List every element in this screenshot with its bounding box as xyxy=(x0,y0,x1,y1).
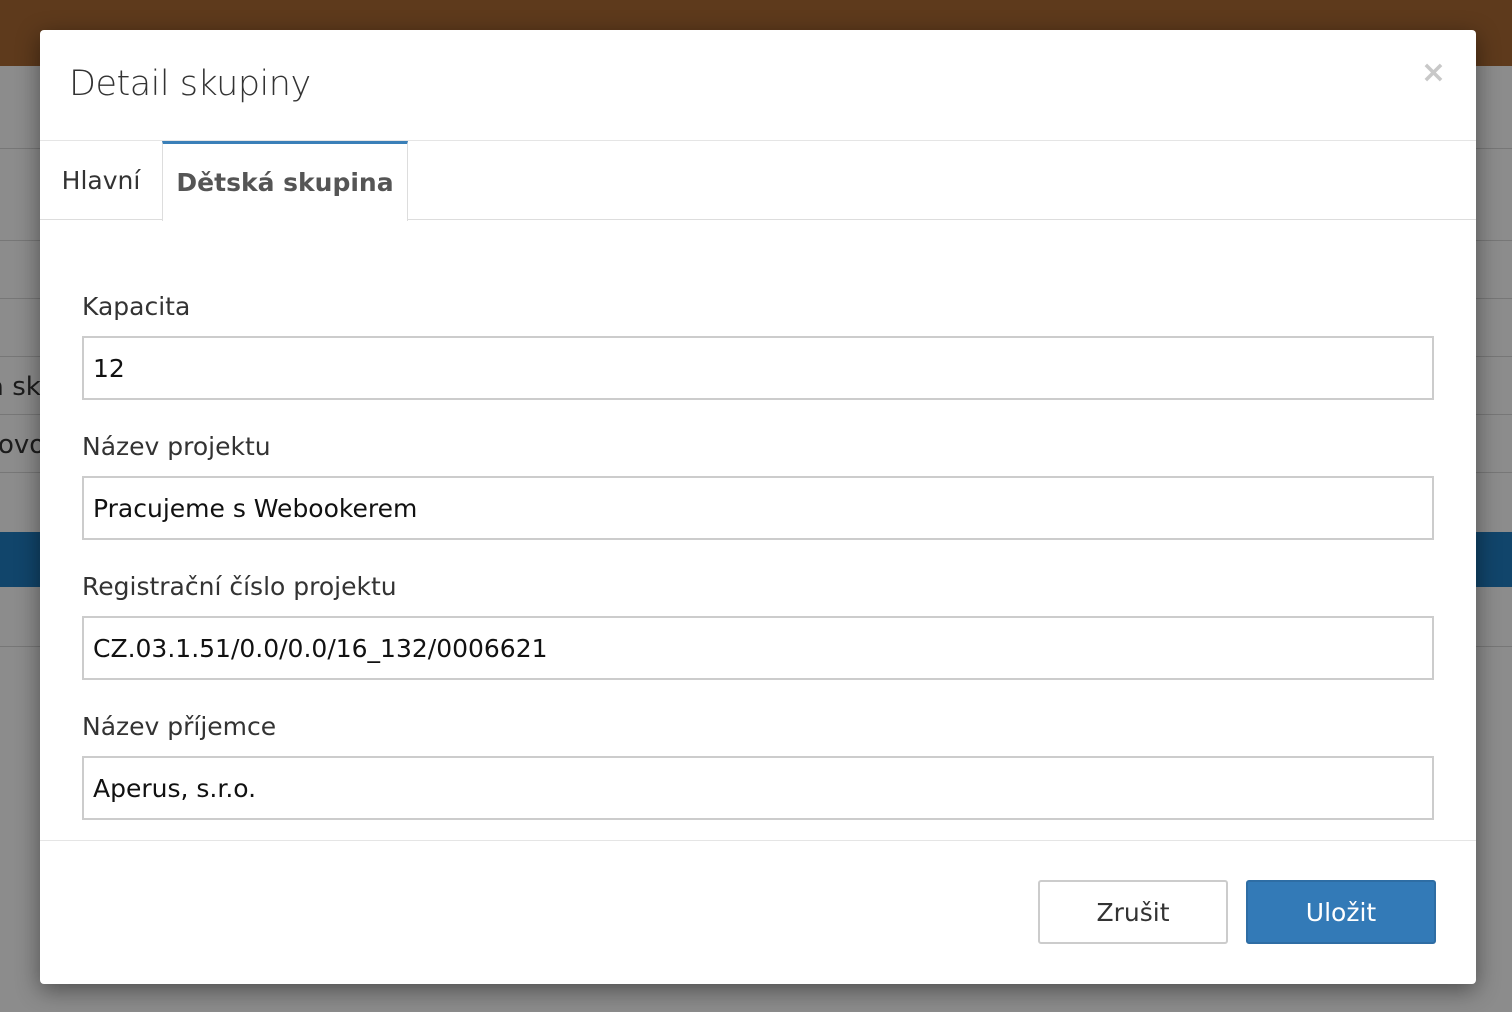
save-button[interactable]: Uložit xyxy=(1246,880,1436,944)
close-icon[interactable]: × xyxy=(1421,58,1446,88)
recipient-name-label: Název příjemce xyxy=(82,712,277,741)
modal-footer: Zrušit Uložit xyxy=(40,840,1476,984)
tab-main[interactable]: Hlavní xyxy=(40,141,162,220)
project-name-label: Název projektu xyxy=(82,432,271,461)
modal-title: Detail skupiny xyxy=(69,64,311,104)
group-detail-modal: Detail skupiny × Hlavní Dětská skupina K… xyxy=(40,30,1476,984)
project-registration-input[interactable] xyxy=(82,616,1434,680)
project-name-input[interactable] xyxy=(82,476,1434,540)
project-registration-label: Registrační číslo projektu xyxy=(82,572,397,601)
cancel-button[interactable]: Zrušit xyxy=(1038,880,1228,944)
modal-header: Detail skupiny × xyxy=(40,30,1476,141)
capacity-input[interactable] xyxy=(82,336,1434,400)
recipient-name-input[interactable] xyxy=(82,756,1434,820)
tab-bar: Hlavní Dětská skupina xyxy=(40,141,1476,221)
tab-child-group[interactable]: Dětská skupina xyxy=(162,141,408,221)
capacity-label: Kapacita xyxy=(82,292,191,321)
